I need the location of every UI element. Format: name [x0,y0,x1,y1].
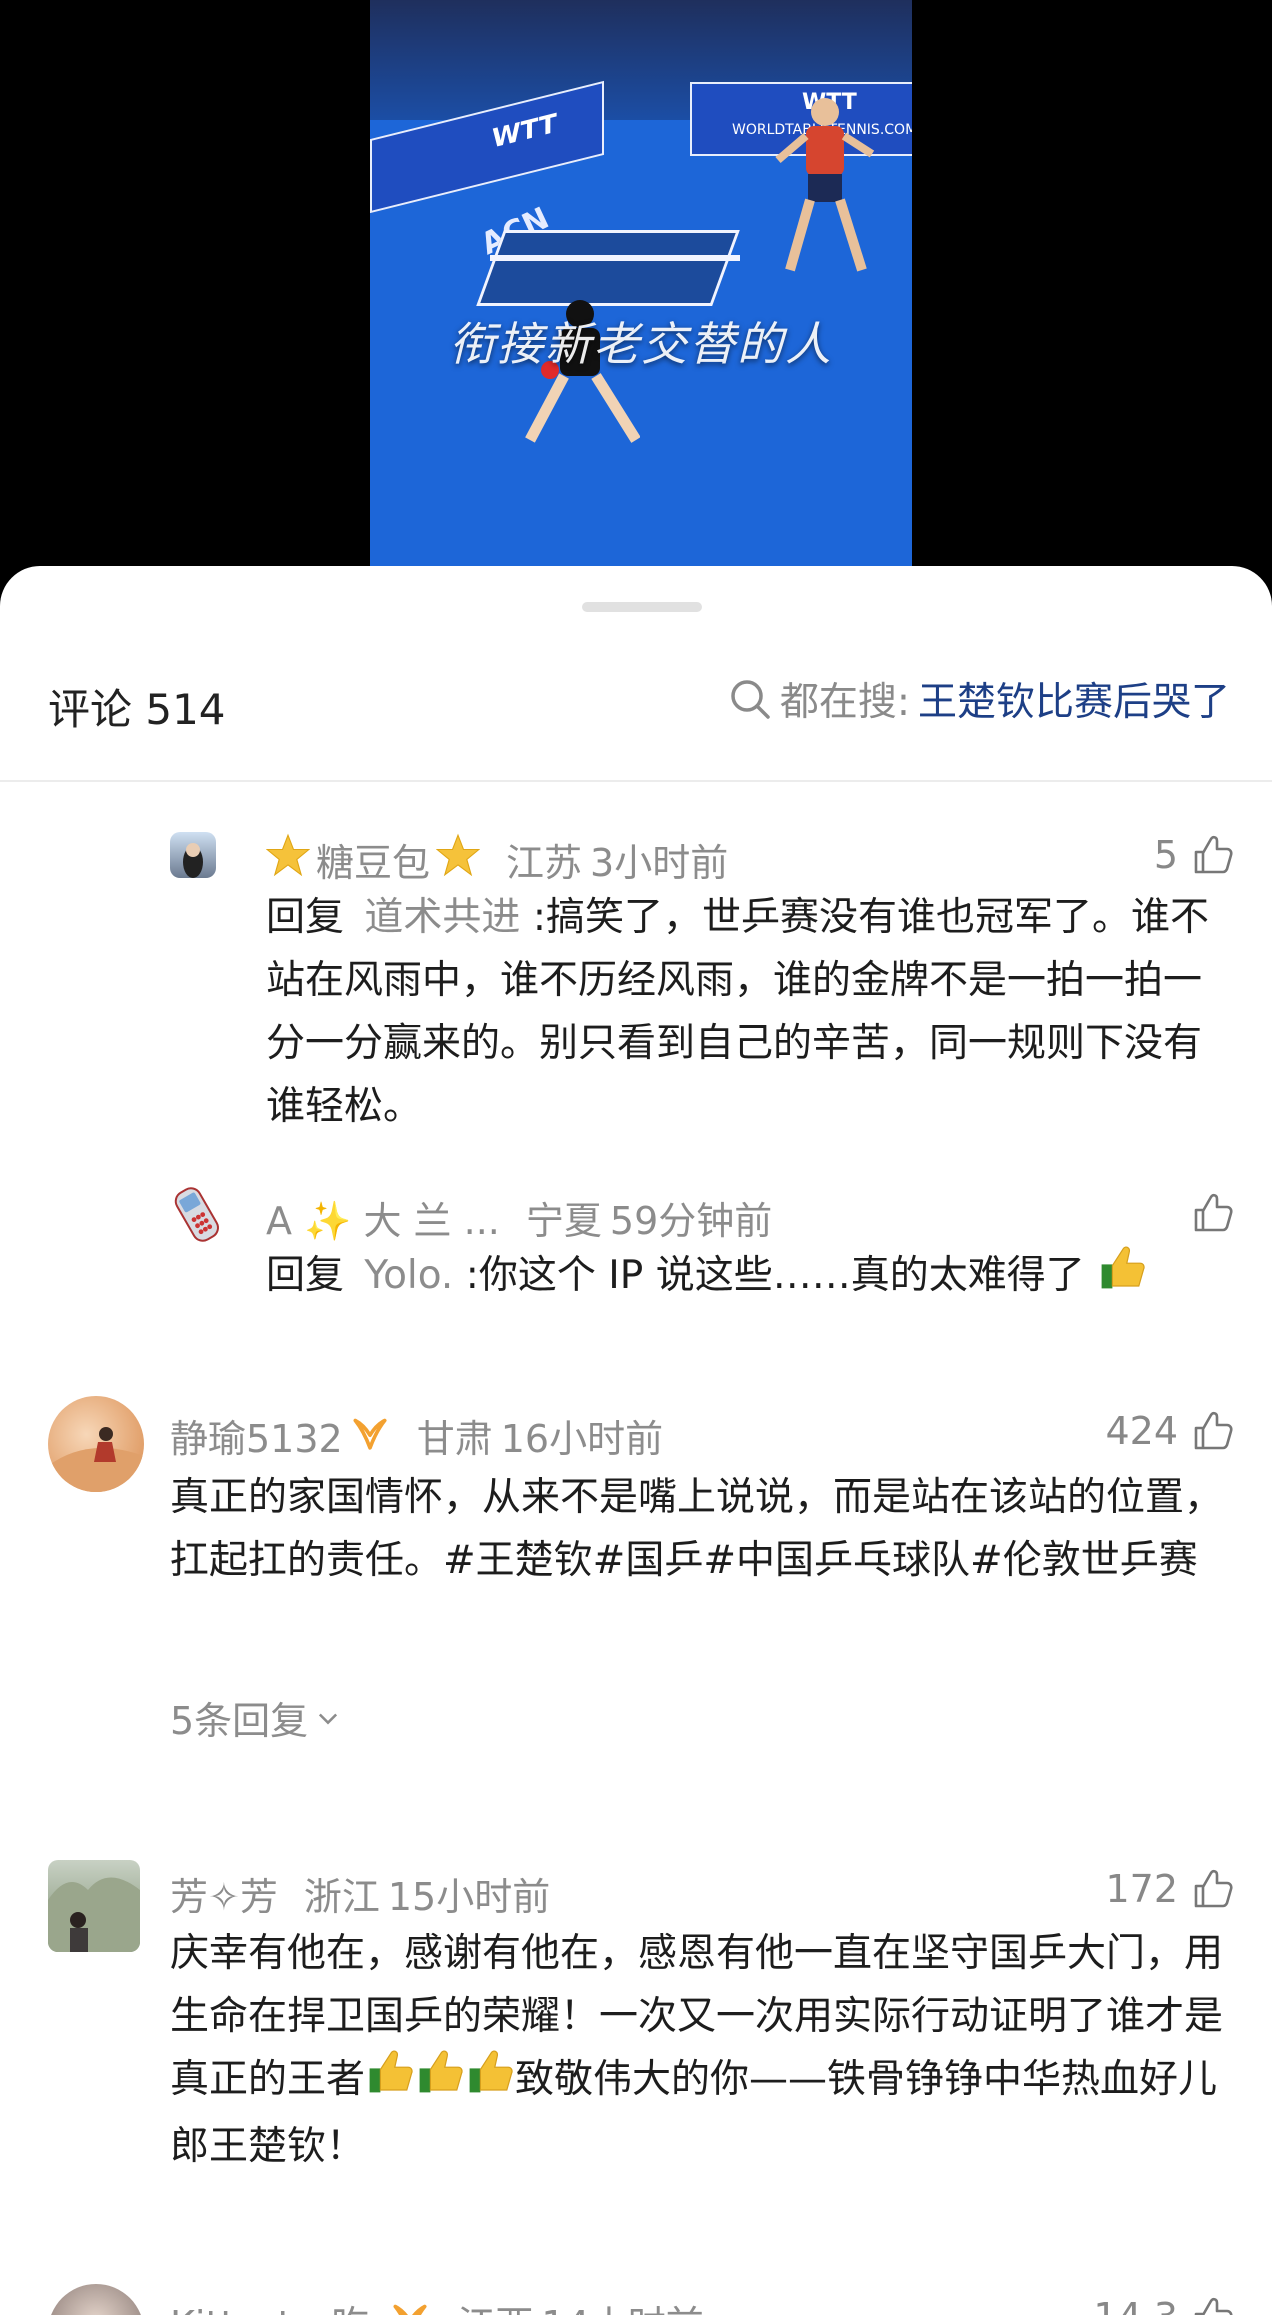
reply-target-user[interactable]: Yolo. [364,1253,453,1298]
fan-badge-icon [349,1410,391,1461]
thumbs-up-emoji-icon [365,2048,415,2115]
location: 甘肃 [416,1417,493,1461]
comment-body: :你这个 IP 说这些……真的太难得了 [465,1253,1085,1298]
thumbs-up-icon [1194,2297,1233,2315]
view-replies-button[interactable]: 5条回复 [170,1690,342,1745]
ping-pong-table [476,230,740,306]
player-far [775,98,875,272]
avatar[interactable] [48,1860,140,1952]
search-prefix: 都在搜: [779,680,910,725]
avatar[interactable] [48,2284,144,2315]
phone-avatar-icon [174,1187,219,1242]
username[interactable]: 静瑜5132 [170,1408,343,1463]
comment-meta: 静瑜5132 甘肃 16小时前 [170,1408,663,1463]
like-button[interactable]: 5 [1154,832,1234,878]
replies-count: 5条回复 [170,1699,309,1743]
thumbs-up-icon [1194,1411,1233,1450]
like-count: 424 [1105,1409,1178,1453]
video-caption: 衔接新老交替的人 [449,317,833,371]
woman-avatar-icon [48,1877,140,1952]
comments-header: 评论 514 都在搜: 王楚钦比赛后哭了 [0,656,1272,746]
timestamp: 15小时前 [387,1875,551,1919]
like-button[interactable] [1178,1190,1234,1236]
star-badge-icon [265,833,311,886]
like-count: 14.3 [1093,2295,1178,2315]
like-count: 172 [1105,1867,1178,1911]
like-button[interactable]: 424 [1105,1408,1234,1454]
fan-badge-icon [389,2296,431,2315]
video-frame[interactable]: WTT WTT WORLDTABLETENNIS.COM ACN 衔接新老交替的… [370,0,912,566]
location: 江西 [457,2294,533,2315]
avatar-girl-icon [183,843,203,878]
board-logo-text: WTT [492,108,557,155]
timestamp: 3小时前 [590,841,729,885]
comments-sheet: 评论 514 都在搜: 王楚钦比赛后哭了 糖豆包 江苏 3小时前 5 回复 道术… [0,566,1272,2315]
video-player[interactable]: WTT WTT WORLDTABLETENNIS.COM ACN 衔接新老交替的… [0,0,1272,600]
like-button[interactable]: 14.3 [1093,2294,1234,2315]
like-button[interactable]: 172 [1105,1866,1234,1912]
avatar[interactable] [170,832,216,878]
location: 浙江 [303,1875,380,1919]
comment-meta: 芳✧芳 浙江 15小时前 [170,1866,550,1921]
reply-prefix: 回复 [266,1253,345,1298]
username[interactable]: A ✨ 大 兰 ... [266,1190,500,1245]
timestamp: 14小时前 [541,2294,703,2315]
thumbs-up-emoji-icon [465,2048,515,2115]
star-badge-icon [435,833,481,886]
avatar[interactable] [48,1396,144,1492]
comment-meta: 糖豆包 江苏 3小时前 [265,832,729,887]
like-count: 5 [1153,833,1178,877]
comments-count-title: 评论 514 [48,685,226,734]
comment-text: 回复 Yolo. :你这个 IP 说这些……真的太难得了 [266,1244,1226,1311]
location: 宁夏 [525,1199,602,1243]
trending-search[interactable]: 都在搜: 王楚钦比赛后哭了 [728,671,1230,727]
thumbs-up-icon [1194,1193,1233,1232]
table-net [490,255,740,261]
avatar[interactable] [168,1184,224,1246]
timestamp: 59分钟前 [609,1199,773,1243]
thumbs-up-emoji-icon [415,2048,465,2115]
username[interactable]: 芳✧芳 [170,1866,278,1921]
comment-meta: Kittystar吃 江西 14小时前 [170,2294,704,2315]
header-divider [0,780,1272,782]
drag-handle[interactable] [582,602,702,612]
comment-meta: A ✨ 大 兰 ... 宁夏 59分钟前 [266,1190,772,1245]
username[interactable]: 糖豆包 [316,832,430,887]
desert-avatar-icon [48,1427,144,1492]
username[interactable]: Kittystar吃 [170,2294,369,2315]
timestamp: 16小时前 [500,1417,664,1461]
reply-target-user[interactable]: 道术共进 [364,895,520,940]
thumbs-up-icon [1194,835,1233,874]
thumbs-up-icon [1194,1869,1233,1908]
search-term-link[interactable]: 王楚钦比赛后哭了 [918,671,1230,727]
comment-text: 回复 道术共进 :搞笑了，世乒赛没有谁也冠军了。谁不站在风雨中，谁不历经风雨，谁… [266,886,1226,1138]
chevron-down-icon [319,1713,338,1724]
location: 江苏 [506,841,583,885]
comment-text: 庆幸有他在，感谢有他在，感恩有他一直在坚守国乒大门，用生命在捍卫国乒的荣耀！一次… [170,1922,1230,2178]
comment-body: 真正的家国情怀，从来不是嘴上说说，而是站在该站的位置，扛起扛的责任。#王楚钦#国… [170,1475,1224,1583]
reply-prefix: 回复 [266,895,345,940]
search-icon [731,680,770,719]
thumbs-up-emoji-icon [1097,1244,1147,1311]
